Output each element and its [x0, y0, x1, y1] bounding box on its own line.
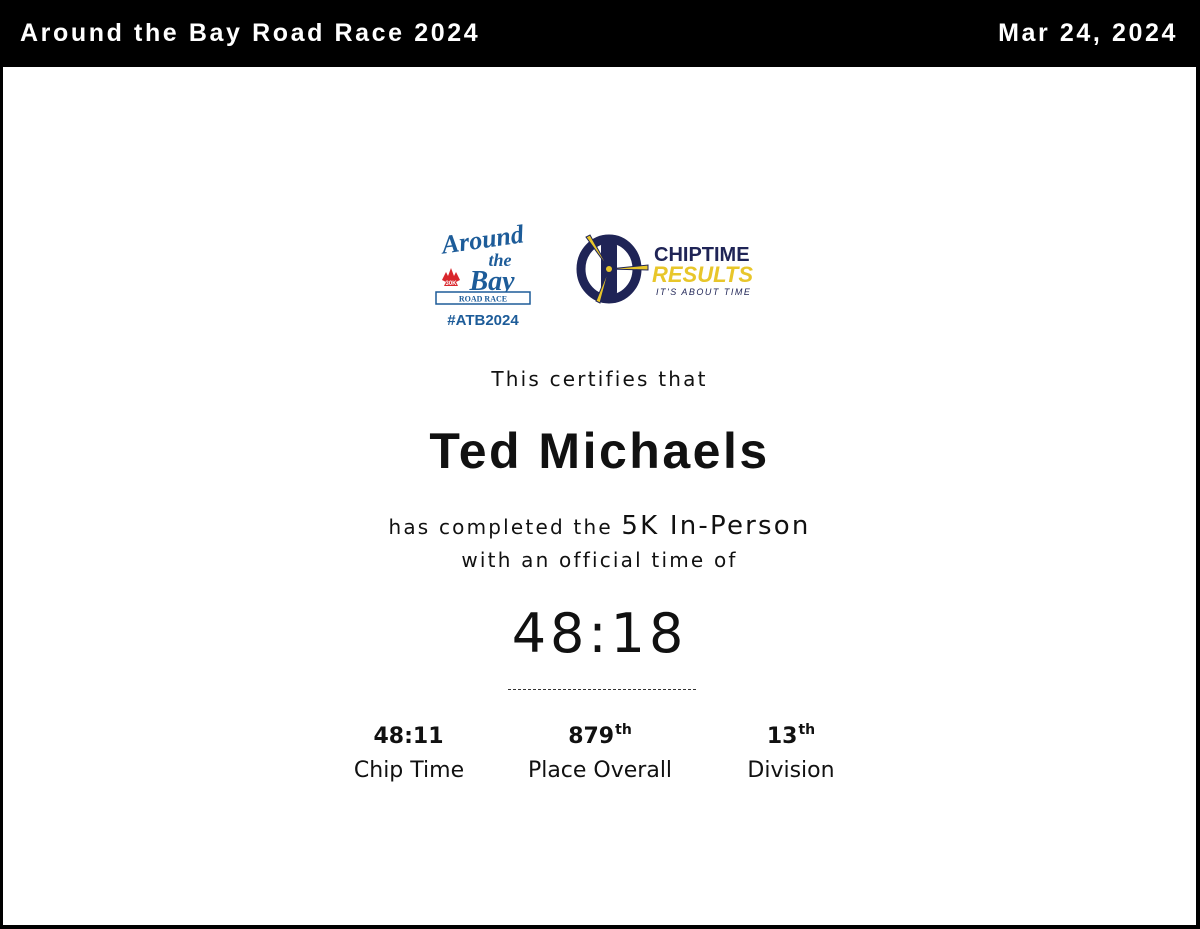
official-time: 48:18 [511, 602, 688, 665]
chiptime-results-logo: CHIPTIME RESULTS IT'S ABOUT TIME [576, 234, 753, 304]
header-bar: Around the Bay Road Race 2024 Mar 24, 20… [0, 0, 1200, 67]
stat-label: Division [747, 758, 835, 783]
stat-value: 13th [691, 722, 891, 754]
official-time-label: with an official time of [461, 548, 738, 572]
stat-ordinal: th [615, 722, 632, 738]
completed-line: has completed the 5K In-Person [3, 511, 1196, 541]
stat-ordinal: th [798, 722, 816, 738]
atb-badge-text: 30K [445, 281, 457, 287]
results-word: RESULTS [652, 262, 753, 287]
participant-name: Ted Michaels [429, 423, 770, 479]
chiptime-tagline: IT'S ABOUT TIME [656, 287, 751, 297]
stat-division: 13th Division [691, 722, 891, 783]
race-date: Mar 24, 2024 [998, 19, 1178, 47]
dashed-divider [508, 689, 696, 690]
atb-hashtag: #ATB2024 [447, 312, 519, 329]
certifies-text: This certifies that [491, 367, 708, 391]
stat-number: 48:11 [373, 724, 444, 749]
stat-place-overall: 879th Place Overall [500, 722, 700, 783]
around-the-bay-logo: Around the Bay 30K ROAD RACE #ATB2024 [435, 222, 531, 329]
stat-label: Chip Time [353, 758, 465, 783]
certificate-sheet: Around the Bay 30K ROAD RACE #ATB2024 CH… [3, 67, 1196, 925]
stat-value: 48:11 [309, 722, 509, 754]
stat-value: 879th [500, 722, 700, 754]
atb-ribbon-text: ROAD RACE [459, 295, 507, 304]
stat-number: 13 [766, 724, 798, 749]
stat-number: 879 [568, 724, 615, 749]
completed-prefix: has completed the [388, 515, 613, 539]
race-title: Around the Bay Road Race 2024 [20, 19, 481, 47]
atb-line1: Around [438, 222, 527, 260]
event-name: 5K In-Person [621, 511, 811, 541]
logo-row: Around the Bay 30K ROAD RACE #ATB2024 CH… [3, 217, 1196, 337]
maple-leaf-badge-icon: 30K [442, 268, 460, 287]
stats-row: 48:11 Chip Time 879th Place Overall 13th… [3, 722, 1196, 792]
turbine-icon [576, 234, 649, 304]
stat-label: Place Overall [527, 758, 673, 783]
stat-chip-time: 48:11 Chip Time [309, 722, 509, 783]
